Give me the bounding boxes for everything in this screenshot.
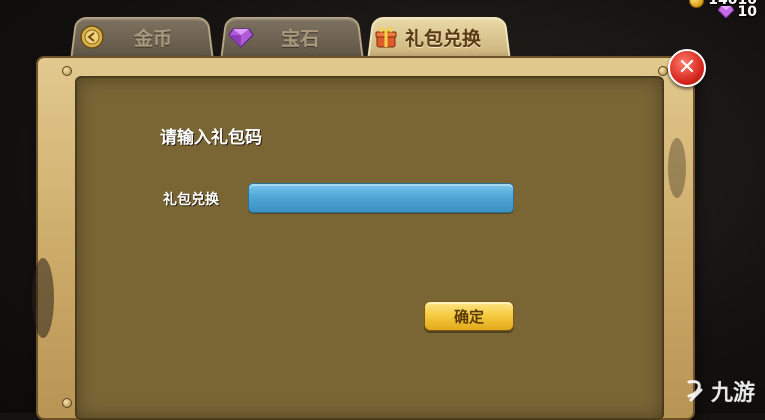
frame-stain	[668, 138, 686, 198]
gift-icon	[375, 27, 397, 48]
gem-count: 10	[737, 4, 757, 20]
gift-code-input[interactable]	[248, 183, 514, 213]
frame-rivet	[62, 398, 72, 408]
frame-rivet	[62, 66, 72, 76]
redeem-field-label: 礼包兑换	[163, 192, 219, 208]
frame-rivet	[658, 66, 668, 76]
watermark-logo-icon	[687, 380, 703, 402]
coin-icon	[689, 0, 705, 8]
gem-counter: 10	[717, 4, 757, 20]
confirm-button[interactable]: 确定	[424, 301, 514, 331]
tab-coins-label: 金币	[134, 28, 173, 50]
watermark-text: 九游	[710, 381, 755, 406]
redeem-heading: 请输入礼包码	[160, 128, 262, 148]
gem-icon	[228, 28, 254, 48]
close-button[interactable]: ✕	[668, 49, 706, 87]
coin-icon	[80, 25, 104, 49]
close-icon: ✕	[677, 55, 697, 80]
frame-stain	[32, 258, 54, 338]
tab-gems-label: 宝石	[281, 28, 320, 50]
watermark: 九游	[683, 375, 755, 407]
tab-gift-redeem-label: 礼包兑换	[405, 28, 482, 50]
gem-icon	[717, 6, 734, 18]
